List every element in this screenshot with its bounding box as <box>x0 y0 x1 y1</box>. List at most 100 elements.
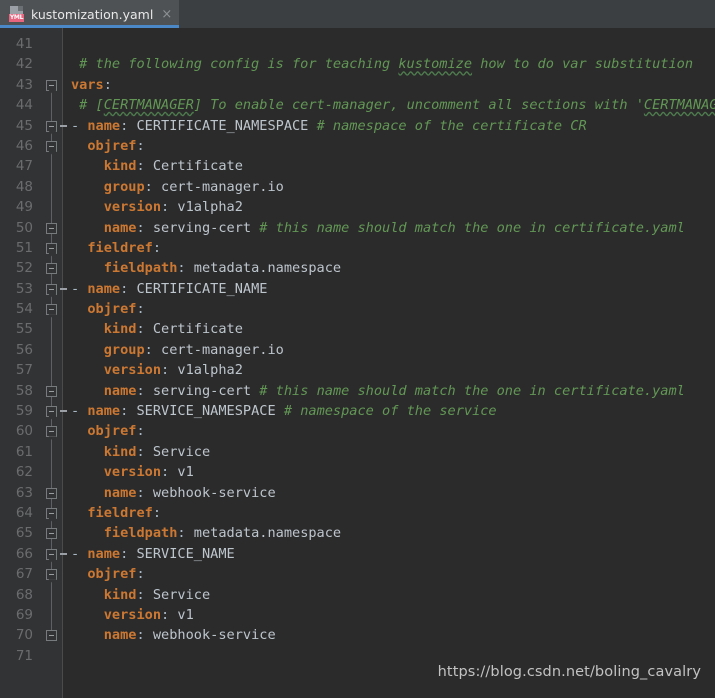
code-line[interactable]: - name: CERTIFICATE_NAME <box>71 279 715 299</box>
code-line[interactable]: - name: SERVICE_NAMESPACE # namespace of… <box>71 401 715 421</box>
line-number: 43 <box>15 76 33 93</box>
code-line[interactable]: vars: <box>71 75 715 95</box>
code-line[interactable]: objref: <box>71 564 715 584</box>
code-line[interactable]: # [CERTMANAGER] To enable cert-manager, … <box>71 95 715 115</box>
fold-collapse-icon[interactable] <box>46 426 57 438</box>
code-line[interactable]: name: serving-cert # this name should ma… <box>71 218 715 238</box>
line-number: 63 <box>15 484 33 501</box>
code-line[interactable]: group: cert-manager.io <box>71 177 715 197</box>
fold-row <box>42 136 62 156</box>
fold-collapse-icon[interactable] <box>46 222 57 234</box>
yaml-value: webhook-service <box>152 627 276 644</box>
yaml-key: name <box>103 627 137 644</box>
fold-collapse-icon[interactable] <box>46 630 57 642</box>
code-line[interactable]: name: serving-cert # this name should ma… <box>71 381 715 401</box>
code-line[interactable]: objref: <box>71 136 715 156</box>
fold-row <box>42 462 62 482</box>
yaml-punctuation: : <box>177 525 194 542</box>
fold-row <box>42 218 62 238</box>
yaml-key: name <box>87 403 121 420</box>
yaml-punctuation: : <box>136 627 153 644</box>
line-number: 42 <box>15 56 33 73</box>
yaml-key: name <box>103 219 137 236</box>
code-line[interactable]: kind: Service <box>71 442 715 462</box>
code-line[interactable]: name: webhook-service <box>71 483 715 503</box>
yaml-key: objref <box>87 301 137 318</box>
code-line[interactable]: kind: Certificate <box>71 319 715 339</box>
fold-collapse-icon[interactable] <box>46 406 57 418</box>
code-line[interactable]: version: v1 <box>71 605 715 625</box>
fold-collapse-icon[interactable] <box>46 140 57 152</box>
code-line[interactable]: fieldpath: metadata.namespace <box>71 523 715 543</box>
code-line[interactable]: - name: CERTIFICATE_NAMESPACE # namespac… <box>71 116 715 136</box>
yaml-punctuation: : <box>120 117 137 134</box>
code-line[interactable]: objref: <box>71 299 715 319</box>
code-line[interactable]: objref: <box>71 421 715 441</box>
yaml-key: objref <box>87 137 137 154</box>
code-folding-gutter[interactable] <box>42 28 67 698</box>
fold-collapse-icon[interactable] <box>46 528 57 540</box>
code-line[interactable]: name: webhook-service <box>71 625 715 645</box>
code-line[interactable]: kind: Certificate <box>71 156 715 176</box>
line-number: 46 <box>15 137 33 154</box>
close-icon[interactable]: × <box>159 8 172 21</box>
yaml-value: v1alpha2 <box>177 362 243 379</box>
yaml-value: metadata.namespace <box>193 525 342 542</box>
code-line[interactable] <box>71 34 715 54</box>
yaml-key: vars <box>71 76 104 93</box>
fold-collapse-icon[interactable] <box>46 242 57 254</box>
fold-collapse-icon[interactable] <box>46 79 57 91</box>
yaml-punctuation: : <box>120 545 137 562</box>
code-line[interactable]: - name: SERVICE_NAME <box>71 544 715 564</box>
yaml-value: cert-manager.io <box>161 341 284 358</box>
code-editor[interactable]: 41 42 43 44 45 46 47 48 49 50 51 52 53 54 55 56 57 58 59 60… <box>0 28 715 698</box>
yaml-value: cert-manager.io <box>161 178 284 195</box>
fold-collapse-icon[interactable] <box>46 548 57 560</box>
code-content-area[interactable]: # the following config is for teaching k… <box>71 28 715 698</box>
tab-kustomization-yaml[interactable]: YML kustomization.yaml × <box>0 0 180 28</box>
code-line[interactable]: group: cert-manager.io <box>71 340 715 360</box>
yaml-key: group <box>103 341 145 358</box>
code-line[interactable]: fieldref: <box>71 503 715 523</box>
yaml-punctuation: : <box>161 464 178 481</box>
yaml-punctuation: : <box>136 321 153 338</box>
fold-region-dash-icon <box>60 124 67 127</box>
code-line[interactable]: kind: Service <box>71 585 715 605</box>
line-number: 60 <box>15 423 33 440</box>
code-line[interactable]: # the following config is for teaching k… <box>71 54 715 74</box>
line-number: 49 <box>15 199 33 216</box>
fold-collapse-icon[interactable] <box>46 263 57 275</box>
yaml-punctuation: : <box>152 239 162 256</box>
code-line[interactable]: fieldpath: metadata.namespace <box>71 258 715 278</box>
code-line[interactable]: version: v1 <box>71 462 715 482</box>
fold-collapse-icon[interactable] <box>46 283 57 295</box>
yaml-list-dash: - <box>71 117 88 134</box>
code-line[interactable]: fieldref: <box>71 238 715 258</box>
yaml-key: fieldref <box>87 239 153 256</box>
yaml-punctuation: : <box>161 606 178 623</box>
yaml-punctuation: : <box>136 586 153 603</box>
fold-collapse-icon[interactable] <box>46 120 57 132</box>
line-number-gutter: 41 42 43 44 45 46 47 48 49 50 51 52 53 54 55 56 57 58 59 60… <box>0 28 42 698</box>
fold-row <box>42 156 62 176</box>
yaml-key: version <box>103 199 162 216</box>
fold-row <box>42 279 67 299</box>
fold-collapse-icon[interactable] <box>46 304 57 316</box>
yaml-punctuation: : <box>136 158 153 175</box>
code-line[interactable]: version: v1alpha2 <box>71 360 715 380</box>
yaml-key: fieldpath <box>103 525 178 542</box>
fold-row <box>42 442 62 462</box>
fold-row <box>42 34 62 54</box>
fold-collapse-icon[interactable] <box>46 507 57 519</box>
line-number: 69 <box>15 606 33 623</box>
fold-collapse-icon[interactable] <box>46 487 57 499</box>
line-number: 62 <box>15 464 33 481</box>
fold-collapse-icon[interactable] <box>46 385 57 397</box>
yaml-key: name <box>103 382 137 399</box>
code-line[interactable]: version: v1alpha2 <box>71 197 715 217</box>
fold-collapse-icon[interactable] <box>46 569 57 581</box>
